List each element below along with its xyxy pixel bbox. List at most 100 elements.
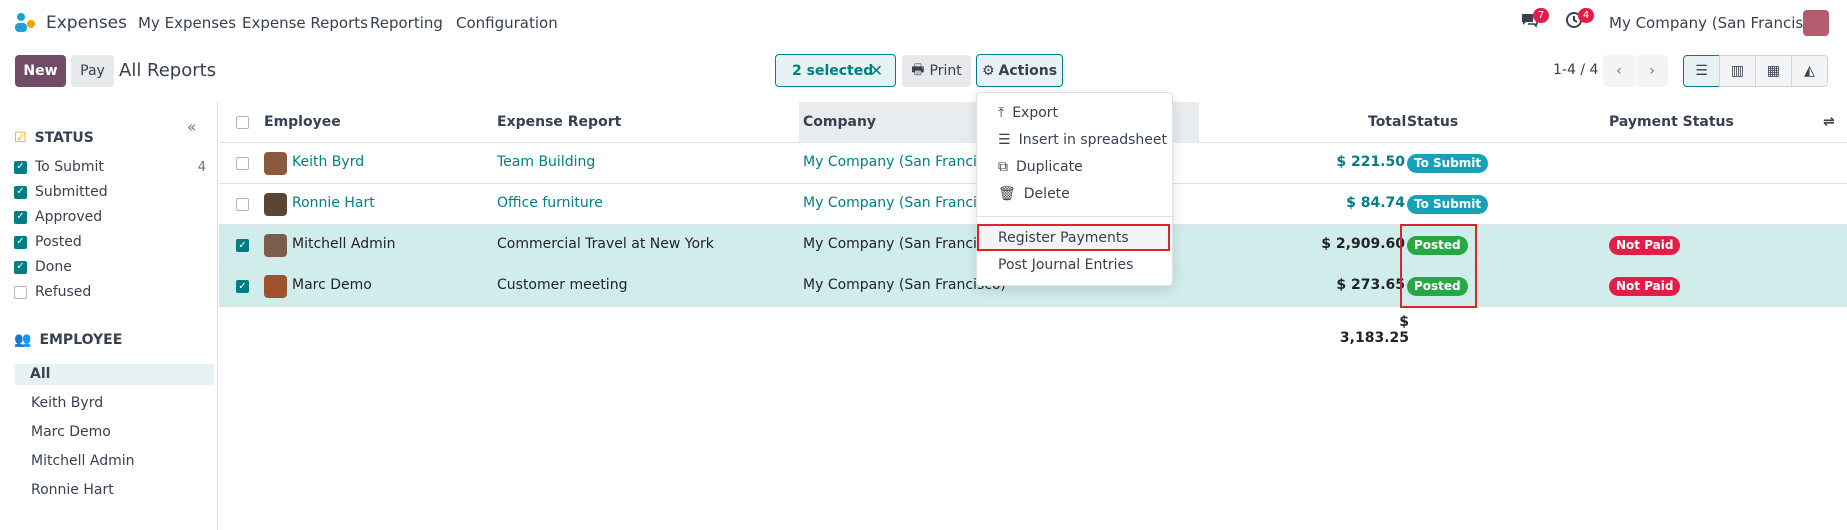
company-switcher[interactable]: My Company (San Francisco) <box>1609 14 1826 32</box>
user-avatar[interactable] <box>1803 10 1829 36</box>
header-total[interactable]: Total <box>1368 114 1406 130</box>
nav-expense-reports[interactable]: Expense Reports <box>242 14 368 32</box>
checkbox-icon[interactable] <box>14 160 27 174</box>
pager-value[interactable]: 1-4 / 4 <box>1553 62 1598 78</box>
status-check-icon: ☑ <box>14 130 27 146</box>
cell-employee[interactable]: Mitchell Admin <box>292 236 396 252</box>
cell-company[interactable]: My Company (San Francisco <box>803 195 1001 211</box>
cell-employee[interactable]: Keith Byrd <box>292 154 364 170</box>
menu-item-duplicate[interactable]: ⧉ Duplicate <box>998 156 1083 178</box>
chat-badge: 7 <box>1533 8 1549 23</box>
trash-icon: 🗑 <box>998 186 1016 202</box>
cell-report[interactable]: Office furniture <box>497 195 603 211</box>
select-all-checkbox[interactable] <box>236 116 249 129</box>
row-checkbox[interactable] <box>236 239 249 252</box>
employee-item-all[interactable]: All <box>15 364 214 385</box>
cell-total: $ 2,909.60 <box>1321 236 1405 252</box>
selection-indicator: 2 selected ✕ <box>775 54 896 87</box>
menu-item-register-payments[interactable]: Register Payments <box>998 227 1129 249</box>
checkbox-icon[interactable] <box>14 285 27 299</box>
print-icon: 🖶 <box>911 62 925 78</box>
users-icon: 👥 <box>14 332 32 348</box>
filter-label: Submitted <box>35 184 108 200</box>
copy-icon: ⧉ <box>998 159 1008 175</box>
header-payment-status[interactable]: Payment Status <box>1609 114 1734 130</box>
employee-item-mitchell-admin[interactable]: Mitchell Admin <box>15 451 214 472</box>
pivot-view-icon[interactable]: ▦ <box>1755 55 1792 87</box>
filter-posted[interactable]: Posted <box>14 231 206 253</box>
cell-report[interactable]: Customer meeting <box>497 277 627 293</box>
print-button[interactable]: 🖶 Print <box>902 55 971 87</box>
header-status[interactable]: Status <box>1407 114 1458 130</box>
list-view-icon[interactable]: ☰ <box>1683 55 1720 87</box>
filter-label: Approved <box>35 209 103 225</box>
actions-label: Actions <box>998 62 1058 79</box>
activity-clock-icon[interactable]: 4 <box>1564 8 1594 34</box>
status-badge: To Submit <box>1407 195 1489 214</box>
nav-my-expenses[interactable]: My Expenses <box>138 14 236 32</box>
filter-label: Posted <box>35 234 82 250</box>
optional-columns-icon[interactable]: ⇌ <box>1823 114 1835 130</box>
menu-item-insert-spreadsheet[interactable]: ☰ Insert in spreadsheet <box>998 129 1167 151</box>
header-employee[interactable]: Employee <box>264 114 341 130</box>
nav-reporting[interactable]: Reporting <box>370 14 443 32</box>
actions-button[interactable]: ⚙ Actions <box>976 54 1063 87</box>
filter-label: Done <box>35 259 72 275</box>
filter-approved[interactable]: Approved <box>14 206 206 228</box>
employee-item-keith-byrd[interactable]: Keith Byrd <box>15 393 214 414</box>
filter-done[interactable]: Done <box>14 256 206 278</box>
collapse-sidebar-icon[interactable]: « <box>187 118 196 136</box>
checkbox-icon[interactable] <box>14 260 27 274</box>
employee-item-marc-demo[interactable]: Marc Demo <box>15 422 214 443</box>
payment-status-badge: Not Paid <box>1609 277 1681 296</box>
cell-report[interactable]: Team Building <box>497 154 595 170</box>
filter-refused[interactable]: Refused <box>14 281 206 303</box>
list-icon: ☰ <box>998 132 1011 148</box>
expenses-app-icon[interactable] <box>13 12 37 34</box>
new-button[interactable]: New <box>15 55 66 87</box>
cell-employee[interactable]: Ronnie Hart <box>292 195 375 211</box>
status-highlight-box <box>1400 224 1477 308</box>
upload-icon: ⤒ <box>998 105 1005 121</box>
clear-selection-icon[interactable]: ✕ <box>870 61 883 80</box>
cell-total: $ 221.50 <box>1336 154 1405 170</box>
avatar <box>264 275 287 298</box>
pay-button[interactable]: Pay <box>71 55 114 87</box>
actions-dropdown: ⤒ Export ☰ Insert in spreadsheet ⧉ Dupli… <box>976 92 1174 286</box>
app-name[interactable]: Expenses <box>46 13 127 33</box>
graph-view-icon[interactable]: ◭ <box>1791 55 1828 87</box>
cell-company[interactable]: My Company (San Francisco <box>803 236 1001 252</box>
menu-item-delete[interactable]: 🗑 Delete <box>998 183 1070 205</box>
checkbox-icon[interactable] <box>14 185 27 199</box>
chat-icon[interactable]: 7 <box>1519 8 1549 34</box>
filter-count: 4 <box>197 159 206 175</box>
cell-report[interactable]: Commercial Travel at New York <box>497 236 714 252</box>
pager-previous-icon[interactable]: ‹ <box>1603 55 1635 87</box>
status-title-text: STATUS <box>34 130 94 146</box>
employee-item-ronnie-hart[interactable]: Ronnie Hart <box>15 480 214 501</box>
menu-item-export[interactable]: ⤒ Export <box>998 102 1058 124</box>
cell-company[interactable]: My Company (San Francisco <box>803 154 1001 170</box>
cell-total: $ 84.74 <box>1346 195 1405 211</box>
breadcrumb: All Reports <box>119 60 217 81</box>
row-checkbox[interactable] <box>236 198 249 211</box>
kanban-view-icon[interactable]: ▥ <box>1719 55 1756 87</box>
header-expense-report[interactable]: Expense Report <box>497 114 621 130</box>
menu-label: Duplicate <box>1016 159 1083 175</box>
cell-total: $ 273.65 <box>1336 277 1405 293</box>
checkbox-icon[interactable] <box>14 235 27 249</box>
row-checkbox[interactable] <box>236 280 249 293</box>
checkbox-icon[interactable] <box>14 210 27 224</box>
filter-sidebar: « ☑ STATUS To Submit 4 Submitted Approved… <box>0 102 218 530</box>
gear-icon: ⚙ <box>981 62 995 79</box>
pager-next-icon[interactable]: › <box>1636 55 1668 87</box>
filter-submitted[interactable]: Submitted <box>14 181 206 203</box>
filter-to-submit[interactable]: To Submit 4 <box>14 156 206 178</box>
selected-count: 2 selected <box>792 62 874 79</box>
row-checkbox[interactable] <box>236 157 249 170</box>
menu-item-post-journal-entries[interactable]: Post Journal Entries <box>998 254 1133 276</box>
header-company[interactable]: Company <box>803 114 876 130</box>
cell-employee[interactable]: Marc Demo <box>292 277 372 293</box>
nav-configuration[interactable]: Configuration <box>456 14 558 32</box>
avatar <box>264 152 287 175</box>
